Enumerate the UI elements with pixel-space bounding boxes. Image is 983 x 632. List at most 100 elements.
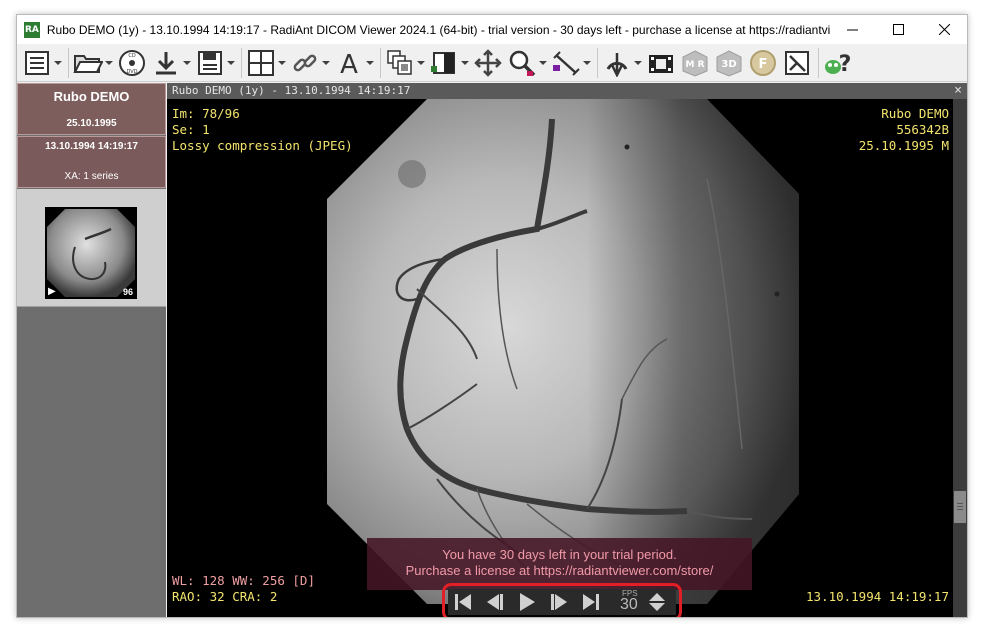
fusion-button[interactable]: F	[747, 46, 779, 80]
save-button[interactable]	[194, 46, 236, 80]
overlay-image-number: Im: 78/96	[172, 106, 240, 121]
svg-text:CD: CD	[128, 53, 135, 59]
fps-spinner[interactable]	[648, 591, 666, 613]
help-icon: ?	[825, 52, 852, 77]
fps-up-down-icon	[649, 593, 665, 611]
save-dropdown-icon[interactable]	[226, 47, 236, 79]
viewport-scrollbar[interactable]	[953, 99, 967, 617]
cd-dvd-button[interactable]: CD DVD	[116, 46, 148, 80]
database-dropdown-icon[interactable]	[53, 47, 63, 79]
skip-first-icon	[455, 594, 471, 610]
database-button[interactable]	[21, 46, 63, 80]
3d-icon: 3D	[716, 49, 742, 77]
first-frame-button[interactable]	[452, 592, 474, 612]
title-bar: RA Rubo DEMO (1y) - 13.10.1994 14:19:17 …	[17, 15, 967, 44]
help-button[interactable]: ?	[822, 46, 854, 80]
open-folder-icon	[73, 54, 103, 73]
last-frame-button[interactable]	[580, 592, 602, 612]
annotation-text-icon: A	[340, 50, 358, 77]
svg-text:3D: 3D	[721, 59, 736, 70]
svg-text:M R: M R	[685, 60, 704, 70]
step-back-icon	[487, 594, 503, 610]
app-icon: RA	[24, 21, 40, 38]
study-series-count: XA: 1 series	[64, 171, 119, 182]
layout-dropdown-icon[interactable]	[277, 47, 287, 79]
viewport-title: Rubo DEMO (1y) - 13.10.1994 14:19:17	[172, 84, 411, 97]
toolbar-separator	[68, 47, 69, 78]
viewport-close-icon[interactable]: ×	[951, 83, 965, 99]
overlay-compression: Lossy compression (JPEG)	[172, 138, 353, 153]
window-title: Rubo DEMO (1y) - 13.10.1994 14:19:17 - R…	[46, 22, 831, 37]
download-button[interactable]	[150, 46, 192, 80]
svg-text:F: F	[759, 57, 768, 72]
window-level-button[interactable]	[428, 46, 470, 80]
skip-last-icon	[583, 594, 599, 610]
sync-button[interactable]	[289, 46, 331, 80]
trial-notice-line-2: Purchase a license at https://radiantvie…	[405, 563, 714, 578]
toolbar-separator	[818, 47, 819, 78]
layout-grid-icon	[248, 49, 274, 76]
open-button[interactable]	[72, 46, 114, 80]
measure-line-icon	[553, 50, 580, 76]
pan-button[interactable]	[472, 46, 504, 80]
image-viewport[interactable]: Im: 78/96 Se: 1 Lossy compression (JPEG)…	[167, 99, 967, 617]
window-level-dropdown-icon[interactable]	[460, 47, 470, 79]
cine-player-bar: FPS 30	[448, 589, 676, 615]
previous-frame-button[interactable]	[484, 592, 506, 612]
annotation-dropdown-icon[interactable]	[365, 47, 375, 79]
sync-dropdown-icon[interactable]	[321, 47, 331, 79]
rotate-dropdown-icon[interactable]	[633, 47, 643, 79]
overlay-window-level: WL: 128 WW: 256 [D]	[172, 573, 315, 588]
zoom-dropdown-icon[interactable]	[538, 47, 548, 79]
reset-icon	[785, 50, 809, 75]
toolbar-separator	[241, 47, 242, 78]
layout-button[interactable]	[245, 46, 287, 80]
annotation-button[interactable]: A	[333, 46, 375, 80]
patient-card[interactable]: Rubo DEMO 25.10.1995	[17, 83, 166, 135]
svg-text:DVD: DVD	[126, 69, 137, 75]
cd-dvd-icon: CD DVD	[119, 49, 145, 76]
maximize-button[interactable]	[876, 15, 922, 44]
overlay-patient-name: Rubo DEMO	[881, 106, 949, 121]
overlay-projection-angle: RAO: 32 CRA: 2	[172, 589, 278, 604]
play-button[interactable]	[516, 592, 538, 612]
reset-button[interactable]	[781, 46, 813, 80]
svg-text:?: ?	[839, 52, 852, 77]
mpr-icon: M R	[682, 49, 708, 77]
patient-panel: Rubo DEMO 25.10.1995 13.10.1994 14:19:17…	[17, 83, 166, 617]
series-button[interactable]	[384, 46, 426, 80]
zoom-button[interactable]	[506, 46, 548, 80]
minimize-icon	[847, 29, 859, 31]
overlay-acquisition-datetime: 13.10.1994 14:19:17	[806, 589, 949, 604]
fps-value: 30	[620, 596, 638, 613]
study-card[interactable]: 13.10.1994 14:19:17 XA: 1 series	[17, 136, 166, 188]
database-icon	[25, 50, 49, 75]
close-window-button[interactable]	[921, 15, 967, 44]
save-icon	[198, 50, 222, 75]
minimize-button[interactable]	[830, 15, 876, 44]
measure-dropdown-icon[interactable]	[582, 47, 592, 79]
3d-button[interactable]: 3D	[713, 46, 745, 80]
rotate-button[interactable]	[601, 46, 643, 80]
cine-film-icon	[649, 54, 673, 73]
next-frame-button[interactable]	[548, 592, 570, 612]
open-dropdown-icon[interactable]	[104, 47, 114, 79]
step-forward-icon	[551, 594, 567, 610]
thumbnail-play-icon[interactable]: ▶	[48, 286, 56, 297]
trial-notice-line-1: You have 30 days left in your trial peri…	[442, 547, 677, 562]
application-window: RA Rubo DEMO (1y) - 13.10.1994 14:19:17 …	[16, 14, 968, 618]
viewport-header: Rubo DEMO (1y) - 13.10.1994 14:19:17 ×	[167, 83, 967, 99]
patient-name: Rubo DEMO	[53, 89, 130, 104]
mpr-button[interactable]: M R	[679, 46, 711, 80]
download-dropdown-icon[interactable]	[182, 47, 192, 79]
study-datetime: 13.10.1994 14:19:17	[45, 141, 138, 152]
series-thumbnail[interactable]: ▶ 96	[45, 207, 137, 299]
toolbar: CD DVD A M R 3D F ?	[17, 44, 967, 82]
cine-button[interactable]	[645, 46, 677, 80]
thumbnail-image	[47, 209, 135, 297]
maximize-icon	[893, 24, 905, 35]
pan-icon	[474, 48, 502, 77]
scrollbar-thumb[interactable]	[954, 491, 966, 523]
measure-button[interactable]	[550, 46, 592, 80]
series-dropdown-icon[interactable]	[416, 47, 426, 79]
